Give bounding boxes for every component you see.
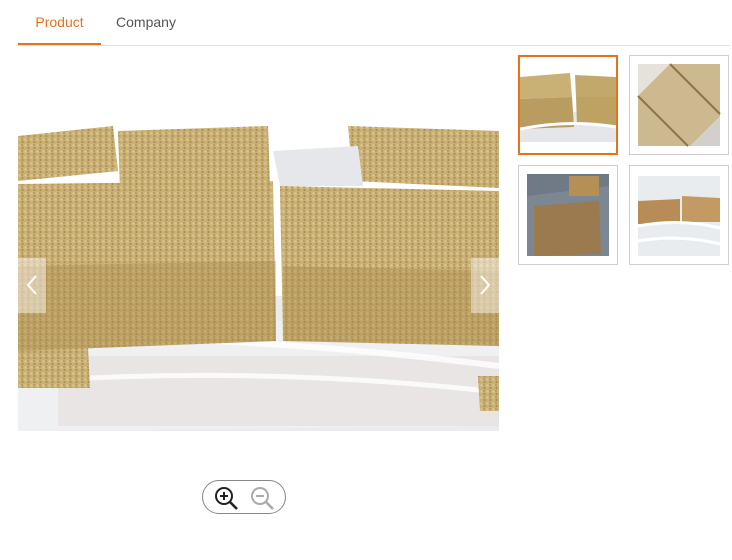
chevron-right-icon [480,275,491,295]
prev-image-button[interactable] [18,258,46,313]
product-tabs: Product Company [18,0,731,46]
zoom-in-icon [215,487,238,510]
tab-product[interactable]: Product [18,0,101,45]
zoom-out-button[interactable] [249,485,275,511]
thumbnail-image-3 [519,166,617,264]
thumbnail-4[interactable] [629,165,729,265]
thumbnail-image-2 [630,56,728,154]
chevron-left-icon [26,275,37,295]
next-image-button[interactable] [471,258,499,313]
zoom-in-button[interactable] [213,485,239,511]
thumbnail-2[interactable] [629,55,729,155]
main-image-viewer[interactable] [18,56,499,456]
zoom-controls [202,480,286,514]
tab-company[interactable]: Company [108,0,184,45]
zoom-out-icon [251,487,274,510]
thumbnail-3[interactable] [518,165,618,265]
thumbnail-image-1 [520,57,616,153]
main-product-image [18,126,499,431]
thumbnail-image-4 [630,166,728,264]
thumbnail-1[interactable] [518,55,618,155]
